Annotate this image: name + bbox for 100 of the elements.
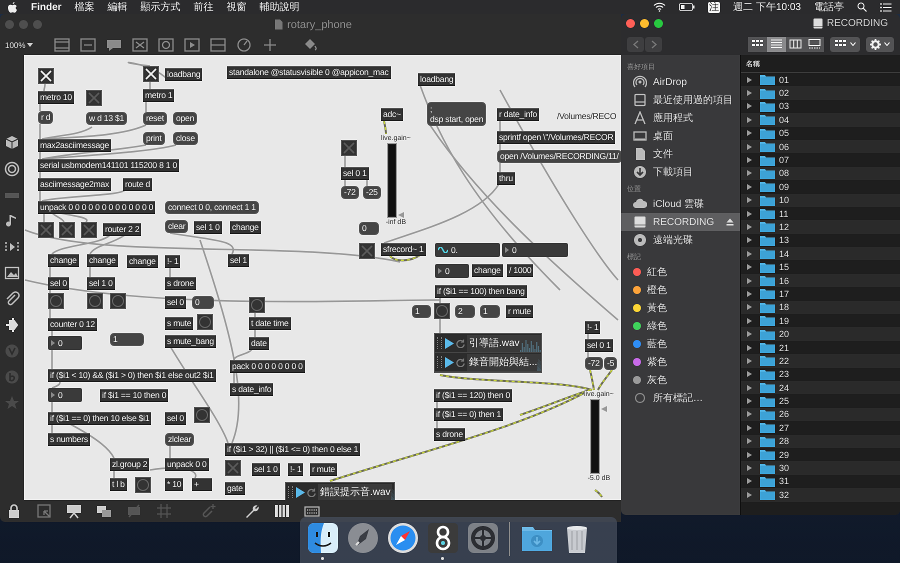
patch-object[interactable]: r mute [310, 463, 337, 476]
patch-object[interactable]: * 10 [165, 478, 184, 491]
patch-object[interactable]: r mute [506, 305, 533, 318]
patch-cord[interactable] [233, 348, 253, 360]
play-icon[interactable] [444, 338, 454, 348]
app-menu[interactable]: Finder [31, 2, 62, 12]
menu-clock[interactable]: 週二 下午10:03 [733, 0, 801, 14]
patch-object[interactable]: counter 0 12 [48, 318, 97, 331]
patch-cord[interactable] [170, 232, 234, 254]
patch-object[interactable]: sel 0 [165, 296, 186, 309]
disclosure-triangle[interactable] [747, 331, 752, 338]
slider-thumb[interactable] [398, 212, 404, 218]
patch-cord[interactable] [384, 184, 500, 244]
patch-object[interactable]: sel 1 0 [252, 463, 280, 476]
folder-name[interactable]: 14 [779, 248, 790, 259]
toggle[interactable] [38, 68, 54, 84]
battery-icon[interactable] [679, 3, 696, 11]
patch-object[interactable]: route d [123, 178, 152, 191]
menu-item[interactable]: 輔助說明 [260, 0, 300, 14]
folder-name[interactable]: 27 [779, 422, 790, 433]
playlist-panel[interactable]: 引導語.wav 錄音開始與結... [434, 333, 542, 373]
input-source-indicator[interactable]: 注 [708, 2, 720, 12]
message-box[interactable]: open /Volumes/RECORDING/11/ [497, 150, 621, 163]
patch-object[interactable]: metro 1 [143, 89, 174, 102]
patch-object[interactable]: sel 1 0 [87, 277, 115, 290]
patch-cord[interactable] [43, 84, 46, 92]
patch-object[interactable]: change [127, 255, 158, 268]
disclosure-triangle[interactable] [747, 170, 752, 176]
number-box[interactable]: 0 [48, 336, 82, 350]
sidebar-item[interactable]: 綠色 [621, 317, 740, 335]
patch-object[interactable]: / 1000 [507, 264, 534, 277]
folder-name[interactable]: 20 [779, 329, 790, 340]
folder-name[interactable]: 23 [779, 369, 790, 380]
grip-icon[interactable] [288, 486, 293, 498]
patch-object[interactable]: sel 0 1 [341, 167, 369, 180]
folder-name[interactable]: 17 [779, 288, 790, 299]
folder-name[interactable]: 06 [779, 142, 790, 152]
menu-item[interactable]: 前往 [194, 0, 214, 14]
patch-cord[interactable] [52, 380, 61, 389]
windows-icon[interactable] [96, 503, 112, 519]
patch-object[interactable]: !- 1 [165, 255, 180, 268]
disclosure-triangle[interactable] [747, 438, 752, 444]
sidebar-item[interactable]: 黃色 [621, 299, 740, 317]
sidebar-item[interactable]: 紅色 [621, 263, 740, 281]
message-box[interactable]: -25 [363, 186, 381, 199]
toggle[interactable] [143, 66, 159, 82]
folder-name[interactable]: 24 [779, 382, 790, 393]
eject-icon[interactable] [726, 218, 734, 226]
sidebar-item[interactable]: iCloud 雲碟 [621, 195, 740, 213]
number-box[interactable]: 0 [48, 388, 82, 402]
signal-cord[interactable] [389, 254, 421, 262]
signal-cord[interactable] [597, 369, 613, 390]
paperclip-plus-icon[interactable] [200, 503, 216, 519]
user-name[interactable]: 電話亭 [814, 0, 844, 14]
view-button[interactable] [786, 36, 805, 52]
menu-item[interactable]: 顯示方式 [140, 0, 181, 14]
target-icon[interactable] [4, 161, 20, 177]
disclosure-triangle[interactable] [747, 278, 752, 284]
play-box-icon[interactable] [183, 37, 202, 53]
compass-icon[interactable] [386, 522, 418, 554]
patch-object[interactable]: pack 0 0 0 0 0 0 0 0 [230, 360, 305, 373]
message-box[interactable]: close [173, 132, 198, 145]
folder-name[interactable]: 18 [779, 302, 790, 312]
sidebar-item[interactable]: 灰色 [621, 371, 740, 389]
patch-object[interactable]: if ($i1 == 120) then 0 [434, 389, 512, 402]
signal-cord[interactable] [589, 370, 595, 390]
sidebar-item[interactable]: 遠端光碟 [621, 231, 740, 249]
patch-object[interactable]: if ($i1 < 10) && ($i1 > 0) then $i1 else out2 $i1 [48, 369, 216, 382]
panel-icon[interactable] [53, 37, 72, 53]
playlist-panel[interactable]: 錯誤提示音.wav [285, 482, 395, 500]
sidebar-item[interactable]: 最近使用過的項目 [621, 91, 740, 109]
message-box[interactable]: clear [165, 220, 188, 233]
dial-icon[interactable] [235, 37, 254, 53]
message-box[interactable]: connect 0 0, connect 1 1 [165, 201, 259, 214]
patch-cord[interactable] [42, 126, 92, 140]
patch-object[interactable]: sfrecord~ 1 [381, 243, 426, 256]
folder-name[interactable]: 25 [779, 396, 790, 406]
sidebar-item[interactable]: 橙色 [621, 281, 740, 299]
patch-object[interactable]: max2asciimessage [38, 139, 112, 152]
patch-cord[interactable] [89, 234, 126, 254]
message-box[interactable]: 1 [110, 333, 144, 346]
speech-bubble-icon[interactable] [105, 37, 124, 53]
folder-name[interactable]: 08 [779, 168, 790, 178]
folder-name[interactable]: 05 [779, 128, 790, 138]
patch-object[interactable]: s date_info [230, 383, 274, 396]
slider-thumb[interactable] [600, 406, 607, 412]
patch-cord[interactable] [52, 212, 65, 222]
action-button[interactable] [866, 36, 894, 52]
toggle[interactable] [81, 222, 97, 238]
number-box[interactable]: 0. [435, 243, 500, 257]
patch-object[interactable]: unpack 0 0 0 0 0 0 0 0 0 0 0 0 0 [38, 201, 156, 214]
cube-icon[interactable] [4, 135, 20, 151]
message-box[interactable]: 0 [359, 222, 379, 235]
lock-icon[interactable] [6, 503, 22, 519]
play-icon[interactable] [295, 486, 305, 498]
patch-object[interactable]: sprintf open \"/Volumes/RECOR [497, 131, 616, 144]
folder-name[interactable]: 30 [779, 463, 790, 474]
menu-item[interactable]: 檔案 [74, 0, 95, 14]
menu-item[interactable]: 編輯 [108, 0, 128, 14]
toggle[interactable] [341, 140, 357, 156]
